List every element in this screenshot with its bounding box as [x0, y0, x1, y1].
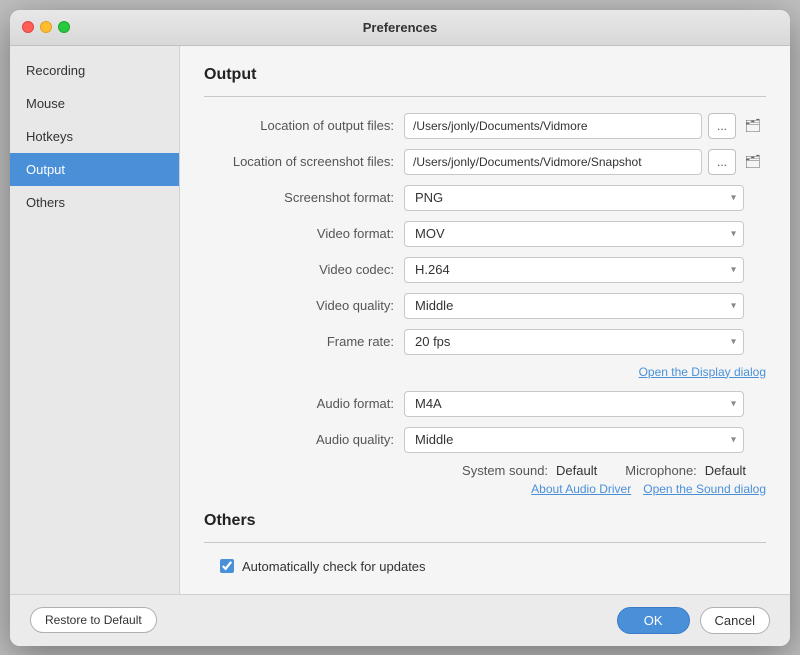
sidebar-item-output[interactable]: Output [10, 153, 179, 186]
system-sound-value: Default [556, 463, 597, 478]
others-section-title: Others [204, 512, 766, 530]
close-button[interactable] [22, 21, 34, 33]
video-format-label: Video format: [204, 226, 404, 241]
cancel-button[interactable]: Cancel [700, 607, 770, 634]
preferences-window: Preferences Recording Mouse Hotkeys Outp… [10, 10, 790, 646]
auto-update-label: Automatically check for updates [242, 559, 426, 574]
screenshot-format-label: Screenshot format: [204, 190, 404, 205]
open-sound-link[interactable]: Open the Sound dialog [643, 482, 766, 496]
audio-quality-row: Audio quality: Middle Low High ▾ [204, 427, 766, 453]
audio-quality-label: Audio quality: [204, 432, 404, 447]
frame-rate-wrapper: 20 fps 30 fps 60 fps ▾ [404, 329, 744, 355]
others-section: Others Automatically check for updates [204, 512, 766, 574]
video-quality-label: Video quality: [204, 298, 404, 313]
output-location-dots-button[interactable]: ... [708, 113, 736, 139]
output-location-input[interactable] [404, 113, 702, 139]
minimize-button[interactable] [40, 21, 52, 33]
output-location-field: ... 🗂 [404, 113, 766, 139]
microphone-label: Microphone: [625, 463, 697, 478]
frame-rate-select[interactable]: 20 fps 30 fps 60 fps [404, 329, 744, 355]
audio-format-row: Audio format: M4A MP3 WAV ▾ [204, 391, 766, 417]
folder-icon: 🗂 [745, 118, 762, 134]
content-area: Output Location of output files: ... 🗂 [180, 46, 790, 594]
sidebar-item-hotkeys[interactable]: Hotkeys [10, 120, 179, 153]
video-codec-select[interactable]: H.264 H.265 [404, 257, 744, 283]
video-format-wrapper: MOV MP4 AVI ▾ [404, 221, 744, 247]
video-quality-wrapper: Middle Low High ▾ [404, 293, 744, 319]
video-codec-row: Video codec: H.264 H.265 ▾ [204, 257, 766, 283]
sidebar: Recording Mouse Hotkeys Output Others [10, 46, 180, 594]
sidebar-item-others[interactable]: Others [10, 186, 179, 219]
output-location-folder-button[interactable]: 🗂 [740, 113, 766, 139]
screenshot-location-row: Location of screenshot files: ... 🗂 [204, 149, 766, 175]
window-body: Recording Mouse Hotkeys Output Others Ou… [10, 46, 790, 646]
sidebar-item-mouse[interactable]: Mouse [10, 87, 179, 120]
sidebar-item-recording[interactable]: Recording [10, 54, 179, 87]
frame-rate-label: Frame rate: [204, 334, 404, 349]
video-codec-label: Video codec: [204, 262, 404, 277]
main-content: Recording Mouse Hotkeys Output Others Ou… [10, 46, 790, 594]
video-quality-row: Video quality: Middle Low High ▾ [204, 293, 766, 319]
audio-links-row: About Audio Driver Open the Sound dialog [204, 482, 766, 496]
audio-format-label: Audio format: [204, 396, 404, 411]
audio-quality-select[interactable]: Middle Low High [404, 427, 744, 453]
screenshot-location-folder-button[interactable]: 🗂 [740, 149, 766, 175]
screenshot-location-field: ... 🗂 [404, 149, 766, 175]
output-location-row: Location of output files: ... 🗂 [204, 113, 766, 139]
audio-format-select[interactable]: M4A MP3 WAV [404, 391, 744, 417]
screenshot-location-dots-button[interactable]: ... [708, 149, 736, 175]
screenshot-format-wrapper: PNG JPG BMP ▾ [404, 185, 744, 211]
audio-quality-wrapper: Middle Low High ▾ [404, 427, 744, 453]
screenshot-format-row: Screenshot format: PNG JPG BMP ▾ [204, 185, 766, 211]
folder-icon-2: 🗂 [745, 154, 762, 170]
screenshot-location-label: Location of screenshot files: [204, 154, 404, 169]
output-location-label: Location of output files: [204, 118, 404, 133]
video-quality-select[interactable]: Middle Low High [404, 293, 744, 319]
screenshot-format-select[interactable]: PNG JPG BMP [404, 185, 744, 211]
audio-format-wrapper: M4A MP3 WAV ▾ [404, 391, 744, 417]
open-display-row: Open the Display dialog [204, 365, 766, 379]
video-codec-wrapper: H.264 H.265 ▾ [404, 257, 744, 283]
footer: Restore to Default OK Cancel [10, 594, 790, 646]
auto-update-checkbox[interactable] [220, 559, 234, 573]
maximize-button[interactable] [58, 21, 70, 33]
open-display-link[interactable]: Open the Display dialog [639, 365, 766, 379]
frame-rate-row: Frame rate: 20 fps 30 fps 60 fps ▾ [204, 329, 766, 355]
auto-update-row: Automatically check for updates [220, 559, 766, 574]
restore-default-button[interactable]: Restore to Default [30, 607, 157, 633]
output-section-title: Output [204, 66, 766, 84]
output-divider [204, 96, 766, 97]
ok-button[interactable]: OK [617, 607, 690, 634]
title-bar: Preferences [10, 10, 790, 46]
screenshot-location-input[interactable] [404, 149, 702, 175]
window-title: Preferences [363, 20, 437, 35]
traffic-lights [22, 21, 70, 33]
microphone-value: Default [705, 463, 746, 478]
footer-buttons: OK Cancel [617, 607, 770, 634]
about-audio-link[interactable]: About Audio Driver [531, 482, 631, 496]
system-sound-row: System sound: Default Microphone: Defaul… [204, 463, 766, 478]
others-divider [204, 542, 766, 543]
system-sound-label: System sound: [462, 463, 548, 478]
video-format-select[interactable]: MOV MP4 AVI [404, 221, 744, 247]
video-format-row: Video format: MOV MP4 AVI ▾ [204, 221, 766, 247]
